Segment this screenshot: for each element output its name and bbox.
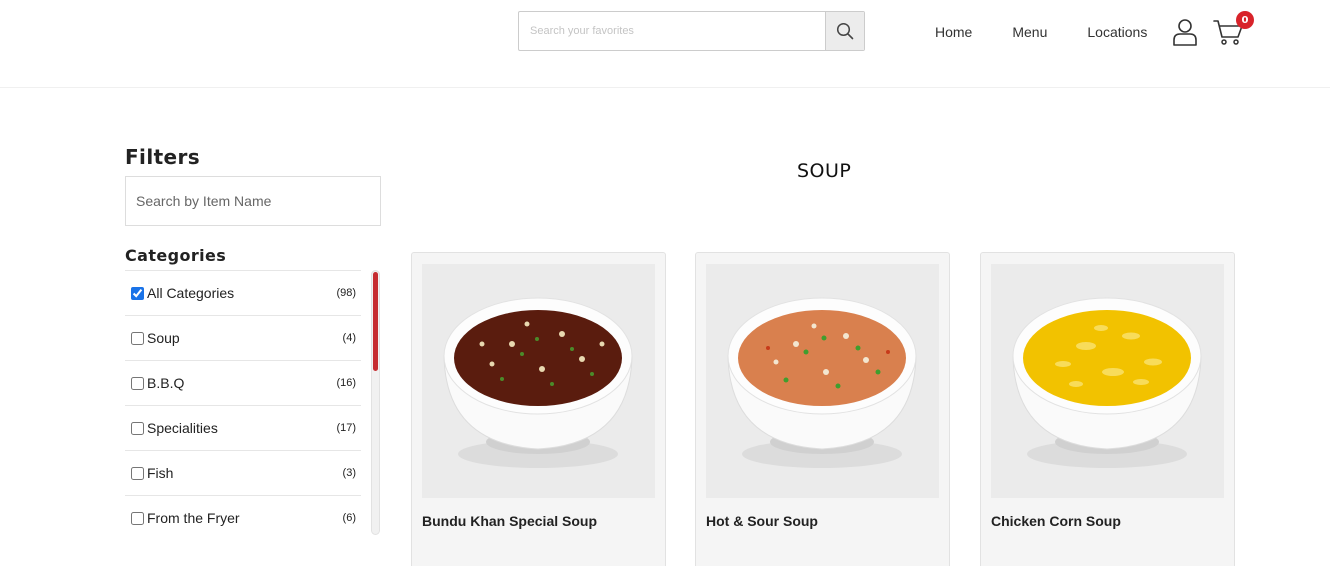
category-label: Specialities: [147, 420, 218, 436]
soup-bowl-image: [422, 264, 655, 498]
nav-menu[interactable]: Menu: [1012, 24, 1047, 40]
section-title: SOUP: [797, 160, 852, 182]
nav-home[interactable]: Home: [935, 24, 972, 40]
product-image: [422, 264, 655, 498]
category-count: (16): [336, 377, 356, 389]
category-list: All Categories (98) Soup (4) B.B.Q (16) …: [125, 270, 361, 540]
nav-locations[interactable]: Locations: [1087, 24, 1147, 40]
item-search-input[interactable]: [125, 176, 381, 226]
product-name: Bundu Khan Special Soup: [422, 513, 598, 529]
category-count: (3): [342, 467, 356, 479]
category-label: From the Fryer: [147, 510, 240, 526]
category-checkbox[interactable]: [131, 511, 144, 525]
category-checkbox[interactable]: [131, 286, 144, 300]
category-checkbox[interactable]: [131, 421, 144, 435]
site-header: Home Menu Locations 0: [0, 0, 1330, 88]
soup-bowl-image: [706, 264, 939, 498]
category-checkbox[interactable]: [131, 376, 144, 390]
product-name: Chicken Corn Soup: [991, 513, 1121, 529]
search-button[interactable]: [825, 12, 864, 50]
product-card[interactable]: Bundu Khan Special Soup: [411, 252, 666, 566]
category-item-bbq[interactable]: B.B.Q (16): [125, 360, 361, 405]
category-label: Soup: [147, 330, 180, 346]
search-icon: [836, 22, 854, 40]
category-item-from-the-fryer[interactable]: From the Fryer (6): [125, 495, 361, 540]
main-nav: Home Menu Locations: [935, 24, 1147, 40]
soup-bowl-image: [991, 264, 1224, 498]
product-card[interactable]: Hot & Sour Soup: [695, 252, 950, 566]
user-icon[interactable]: [1171, 18, 1199, 46]
product-name: Hot & Sour Soup: [706, 513, 818, 529]
category-label: B.B.Q: [147, 375, 185, 391]
category-item-soup[interactable]: Soup (4): [125, 315, 361, 360]
product-image: [706, 264, 939, 498]
category-item-fish[interactable]: Fish (3): [125, 450, 361, 495]
filters-title: Filters: [125, 145, 201, 169]
category-count: (4): [342, 332, 356, 344]
product-card[interactable]: Chicken Corn Soup: [980, 252, 1235, 566]
cart-count-badge: 0: [1236, 11, 1254, 29]
search-input[interactable]: [519, 12, 825, 50]
categories-title: Categories: [125, 246, 227, 265]
category-label: Fish: [147, 465, 174, 481]
category-scrollbar-thumb[interactable]: [373, 272, 378, 371]
category-count: (6): [342, 512, 356, 524]
product-image: [991, 264, 1224, 498]
category-count: (17): [336, 422, 356, 434]
category-checkbox[interactable]: [131, 466, 144, 480]
category-label: All Categories: [147, 285, 235, 301]
category-item-specialities[interactable]: Specialities (17): [125, 405, 361, 450]
category-checkbox[interactable]: [131, 331, 144, 345]
search-bar: [518, 11, 865, 51]
category-item-all[interactable]: All Categories (98): [125, 270, 361, 315]
category-count: (98): [336, 287, 356, 299]
